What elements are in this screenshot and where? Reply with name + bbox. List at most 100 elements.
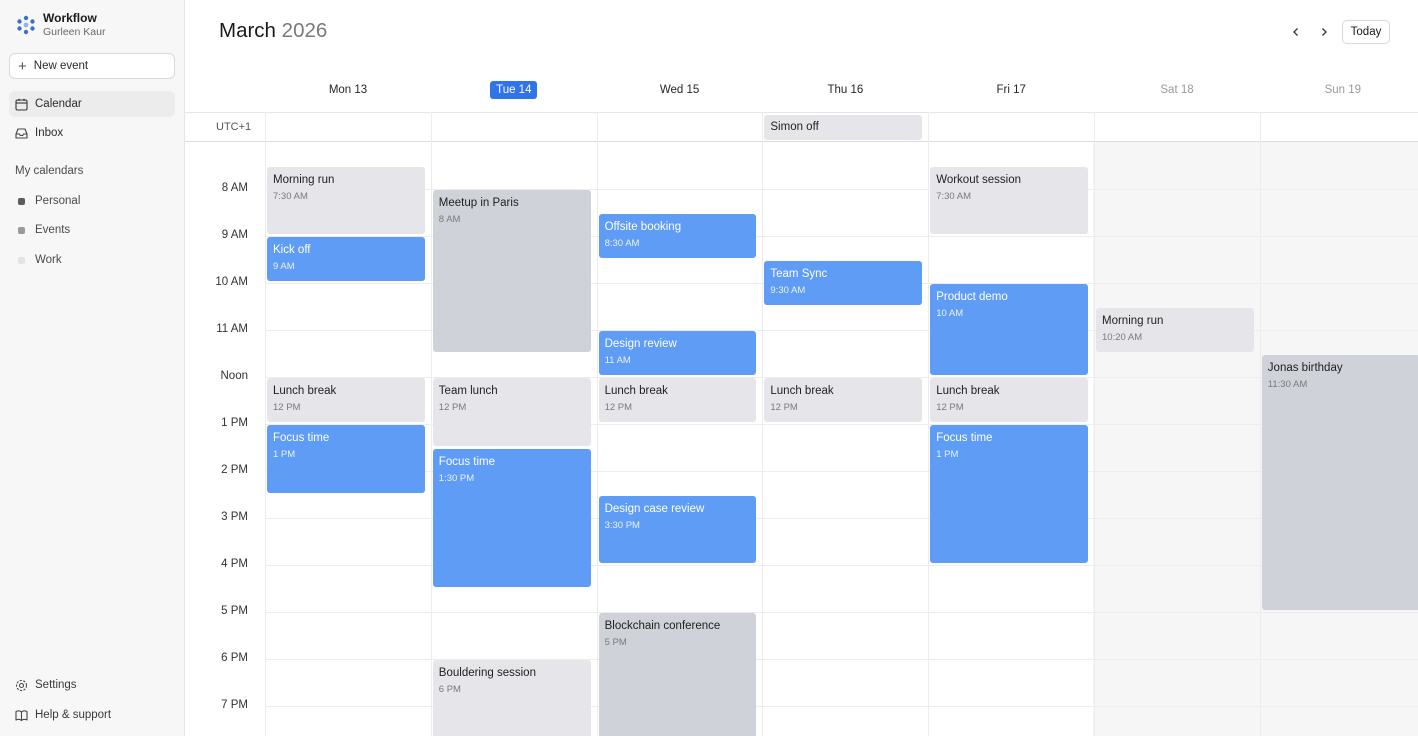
calendar-event[interactable]: Lunch break 12 PM (930, 378, 1088, 422)
month-label: March (219, 19, 276, 42)
calendar-color-dot (18, 226, 25, 234)
event-title: Morning run (273, 173, 335, 186)
event-time: 11:30 AM (1267, 378, 1308, 390)
event-title: Meetup in Paris (438, 197, 519, 209)
event-title: Morning run (1102, 314, 1164, 327)
settings-link[interactable]: Settings (9, 673, 175, 697)
calendar-event[interactable]: Workout session 7:30 AM (930, 166, 1088, 234)
hour-label: 3 PM (221, 511, 248, 523)
calendar-personal[interactable]: Personal (9, 189, 175, 213)
event-title: Jonas birthday (1267, 361, 1343, 374)
calendar-event[interactable]: Design case review 3:30 PM (598, 495, 757, 563)
calendar-event[interactable]: Focus time 1:30 PM (432, 448, 591, 587)
event-title: Team lunch (438, 385, 498, 397)
calendar-event[interactable]: Team Sync 9:30 AM (764, 260, 923, 305)
plus-icon: + (18, 57, 27, 75)
timezone-label: UTC+1 (216, 121, 252, 133)
event-time: 11 AM (604, 355, 631, 366)
event-time: 12 PM (936, 402, 964, 413)
event-time: 10:20 AM (1102, 331, 1143, 343)
sidebar-item-calendar[interactable]: Calendar (9, 91, 175, 117)
event-time: 1 PM (273, 449, 296, 460)
next-week-button[interactable] (1315, 23, 1333, 41)
event-time: 1:30 PM (438, 472, 475, 484)
all-day-event[interactable]: Simon off (764, 115, 923, 140)
day-header-1[interactable]: Mon 13 (265, 79, 431, 100)
day-header-4[interactable]: Thu 16 (762, 79, 928, 100)
hour-label: 9 AM (221, 229, 248, 241)
calendar-event[interactable]: Offsite booking 8:30 AM (598, 213, 757, 258)
calendar-event[interactable]: Team lunch 12 PM (432, 378, 591, 446)
sidebar-item-label: Inbox (35, 127, 64, 139)
calendar-work[interactable]: Work (9, 248, 175, 272)
event-time: 8 AM (438, 214, 461, 225)
app-window: Workflow Gurleen Kaur + New event Calend… (0, 0, 1418, 736)
new-event-label: New event (33, 60, 89, 72)
calendar-color-dot (18, 256, 25, 264)
brand: Workflow Gurleen Kaur (16, 11, 105, 39)
hour-label: 8 AM (221, 182, 248, 194)
event-title: Offsite booking (604, 220, 682, 233)
calendar-event[interactable]: Focus time 1 PM (930, 425, 1088, 563)
event-title: Product demo (936, 291, 1008, 303)
hour-label: Noon (220, 370, 249, 382)
calendar-event[interactable]: Lunch break 12 PM (267, 378, 425, 422)
hour-label: 11 AM (216, 323, 248, 335)
calendar-event[interactable]: Lunch break 12 PM (598, 378, 757, 422)
event-time: 12 PM (273, 402, 301, 413)
previous-week-button[interactable] (1287, 23, 1305, 41)
event-time: 12 PM (770, 402, 798, 413)
hour-gridline (265, 612, 1418, 613)
day-header-6[interactable]: Sat 18 (1094, 79, 1260, 100)
sidebar-item-inbox[interactable]: Inbox (9, 120, 175, 146)
new-event-button[interactable]: + New event (9, 53, 175, 79)
calendar-event[interactable]: Design review 11 AM (598, 331, 757, 375)
event-time: 5 PM (604, 637, 627, 648)
event-title: Lunch break (604, 385, 668, 397)
hour-label: 10 AM (215, 276, 248, 288)
event-time: 10 AM (936, 308, 964, 319)
calendar-event[interactable]: Jonas birthday 11:30 AM (1261, 354, 1418, 610)
inbox-icon (15, 127, 28, 139)
help-support-link[interactable]: Help & support (9, 703, 175, 727)
event-title: Design case review (604, 502, 705, 515)
calendar-event[interactable]: Kick off 9 AM (267, 237, 425, 281)
day-header-label: Tue 14 (490, 80, 538, 99)
calendar-event[interactable]: Lunch break 12 PM (764, 378, 923, 422)
event-time: 6 PM (438, 684, 461, 695)
hour-label: 6 PM (221, 652, 248, 664)
day-header-label: Wed 15 (659, 83, 700, 96)
calendar-event[interactable]: Morning run 7:30 AM (267, 166, 425, 234)
event-title: Kick off (273, 244, 311, 256)
calendar-event[interactable]: Focus time 1 PM (267, 425, 425, 493)
day-header-5[interactable]: Fri 17 (928, 79, 1094, 100)
event-title: Focus time (936, 432, 993, 444)
day-header-7[interactable]: Sun 19 (1260, 79, 1418, 100)
calendar-event[interactable]: Product demo 10 AM (930, 284, 1088, 375)
sidebar: Workflow Gurleen Kaur + New event Calend… (0, 0, 185, 736)
calendar-event[interactable]: Meetup in Paris 8 AM (432, 190, 591, 352)
book-icon (15, 709, 28, 721)
calendar-event[interactable]: Bouldering session 6 PM (432, 660, 591, 736)
event-time: 3:30 PM (604, 519, 640, 531)
settings-label: Settings (35, 679, 77, 691)
hour-label: 2 PM (221, 464, 248, 476)
hour-label: 4 PM (221, 558, 248, 570)
calendar-event[interactable]: Blockchain conference 5 PM (598, 613, 757, 736)
event-title: Design review (604, 338, 677, 350)
event-title: Blockchain conference (604, 620, 721, 632)
calendar-events[interactable]: Events (9, 218, 175, 242)
day-header-label: Sun 19 (1324, 83, 1362, 96)
calendar-event[interactable]: Morning run 10:20 AM (1096, 307, 1254, 352)
help-support-label: Help & support (35, 709, 112, 721)
week-grid: UTC+1 Simon off 8 AM 9 AM 10 AM 11 AM Noon 1 … (185, 112, 1418, 736)
event-time: 1 PM (936, 449, 959, 460)
event-title: Workout session (936, 173, 1021, 186)
day-header-2[interactable]: Tue 14 (431, 79, 597, 100)
calendar-icon (15, 98, 28, 111)
hour-label: 1 PM (221, 417, 248, 429)
chevron-right-icon (1322, 28, 1327, 36)
today-button[interactable]: Today (1342, 20, 1390, 44)
day-header-3[interactable]: Wed 15 (597, 79, 763, 100)
calendar-label: Work (35, 254, 62, 266)
